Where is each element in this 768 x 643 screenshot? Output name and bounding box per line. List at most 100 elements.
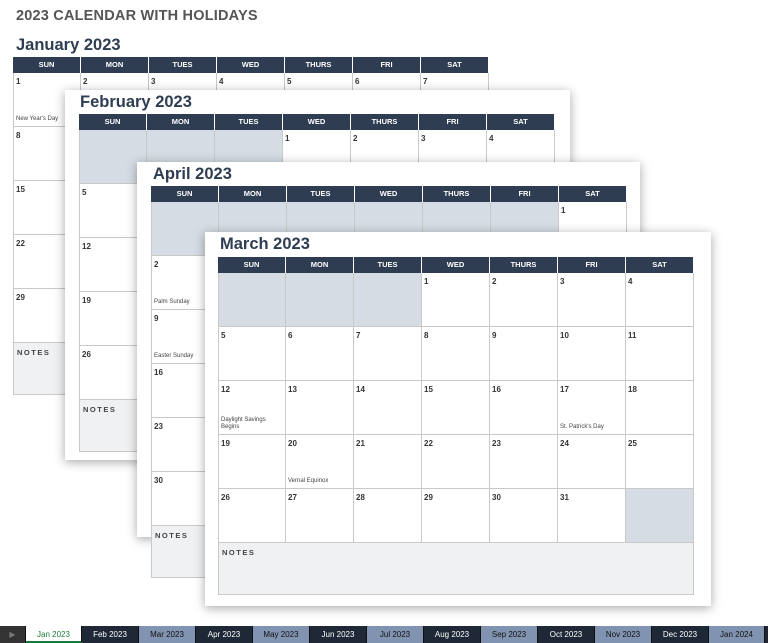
sheet-tab[interactable]: May 2023 (253, 626, 310, 643)
day-number: 15 (424, 385, 433, 394)
weekday-header: SUN (218, 257, 286, 273)
day-cell[interactable]: 1 (422, 273, 490, 327)
day-number: 11 (628, 331, 637, 340)
day-number: 17 (560, 385, 569, 394)
day-number: 4 (219, 77, 224, 86)
day-number: 1 (424, 277, 429, 286)
day-number: 2 (83, 77, 88, 86)
day-number: 29 (424, 493, 433, 502)
weekday-header: SUN (151, 186, 219, 202)
day-cell[interactable]: 18 (626, 381, 694, 435)
day-cell[interactable]: 8 (422, 327, 490, 381)
weekday-header: TUES (287, 186, 355, 202)
weekday-header: SAT (626, 257, 694, 273)
day-number: 31 (560, 493, 569, 502)
day-cell[interactable]: 30 (490, 489, 558, 543)
day-number: 20 (288, 439, 297, 448)
day-cell[interactable]: 6 (286, 327, 354, 381)
sheet-tab[interactable]: Jan 2023 (26, 626, 82, 643)
day-cell[interactable]: 19 (218, 435, 286, 489)
day-cell[interactable]: 16 (490, 381, 558, 435)
document-title: 2023 CALENDAR WITH HOLIDAYS (16, 8, 258, 24)
day-number: 27 (288, 493, 297, 502)
sheet-tab[interactable]: Mar 2023 (139, 626, 196, 643)
day-number: 5 (287, 77, 292, 86)
weekday-header: SUN (79, 114, 147, 130)
day-cell[interactable]: 3 (558, 273, 626, 327)
day-cell[interactable]: 31 (558, 489, 626, 543)
day-cell[interactable]: 25 (626, 435, 694, 489)
day-number: 4 (628, 277, 633, 286)
day-number: 22 (16, 239, 25, 248)
day-number: 19 (82, 296, 91, 305)
weekday-header: MON (219, 186, 287, 202)
day-cell[interactable]: 13 (286, 381, 354, 435)
sheet-tab[interactable]: Apr 2023 (196, 626, 253, 643)
day-cell[interactable]: 24 (558, 435, 626, 489)
day-number: 25 (628, 439, 637, 448)
week-row: 1 2 3 4 (218, 273, 694, 327)
sheet-tab[interactable]: Oct 2023 (538, 626, 595, 643)
weekday-header: THURS (285, 57, 353, 73)
week-row: 12 Daylight Savings Begins 13 14 15 16 17 St. P… (218, 381, 694, 435)
day-cell[interactable]: 7 (354, 327, 422, 381)
weekday-header: FRI (419, 114, 487, 130)
day-cell[interactable]: 22 (422, 435, 490, 489)
day-number: 5 (82, 188, 87, 197)
day-number: 13 (288, 385, 297, 394)
weekday-header: THURS (423, 186, 491, 202)
day-number: 1 (16, 77, 21, 86)
day-cell[interactable]: 14 (354, 381, 422, 435)
day-cell[interactable]: 21 (354, 435, 422, 489)
sheet-tab[interactable]: Jul 2023 (367, 626, 424, 643)
day-number: 1 (561, 206, 566, 215)
week-row: 19 20 Vernal Equinox 21 22 23 24 25 (218, 435, 694, 489)
holiday-label: New Year's Day (16, 116, 59, 122)
holiday-label: Palm Sunday (154, 299, 190, 305)
holiday-label: Daylight Savings Begins (221, 417, 266, 430)
day-cell[interactable]: 2 (490, 273, 558, 327)
day-cell[interactable]: 23 (490, 435, 558, 489)
weekday-header: FRI (353, 57, 421, 73)
day-cell[interactable]: 9 (490, 327, 558, 381)
day-cell[interactable]: 17 St. Patrick's Day (558, 381, 626, 435)
sheet-tab[interactable]: Jan 2024 (709, 626, 765, 643)
day-cell[interactable]: 12 Daylight Savings Begins (218, 381, 286, 435)
month-title: January 2023 (16, 36, 121, 54)
day-number: 8 (16, 131, 21, 140)
day-cell[interactable]: 27 (286, 489, 354, 543)
day-number: 24 (560, 439, 569, 448)
weekday-header: FRI (558, 257, 626, 273)
march-calendar: March 2023 SUN MON TUES WED THURS FRI SAT 1 2 3 4 5 6… (205, 232, 711, 606)
scroll-tabs-arrow-icon[interactable]: ▶ (0, 626, 26, 643)
notes-label: NOTES (222, 548, 256, 557)
day-cell[interactable]: 10 (558, 327, 626, 381)
day-cell[interactable]: 4 (626, 273, 694, 327)
sheet-tab[interactable]: Aug 2023 (424, 626, 481, 643)
day-cell[interactable]: 26 (218, 489, 286, 543)
day-number: 30 (492, 493, 501, 502)
notes-section[interactable]: NOTES (218, 543, 694, 595)
day-number: 6 (288, 331, 293, 340)
weekday-header-row: SUN MON TUES WED THURS FRI SAT (13, 57, 489, 73)
day-cell[interactable]: 11 (626, 327, 694, 381)
day-cell[interactable]: 29 (422, 489, 490, 543)
day-number: 19 (221, 439, 230, 448)
sheet-tab[interactable]: Feb 2023 (82, 626, 139, 643)
day-cell[interactable]: 20 Vernal Equinox (286, 435, 354, 489)
empty-day-cell (286, 273, 354, 327)
sheet-tab-bar: ▶ Jan 2023 Feb 2023 Mar 2023 Apr 2023 May 20… (0, 626, 768, 643)
sheet-tab[interactable]: Dec 2023 (652, 626, 709, 643)
month-title: April 2023 (153, 165, 232, 183)
day-cell[interactable]: 5 (218, 327, 286, 381)
day-number: 30 (154, 476, 163, 485)
day-number: 26 (221, 493, 230, 502)
day-number: 10 (560, 331, 569, 340)
day-cell[interactable]: 28 (354, 489, 422, 543)
sheet-tab[interactable]: Jun 2023 (310, 626, 367, 643)
weekday-header: WED (217, 57, 285, 73)
sheet-tab[interactable]: Nov 2023 (595, 626, 652, 643)
sheet-tab[interactable]: Sep 2023 (481, 626, 538, 643)
day-cell[interactable]: 15 (422, 381, 490, 435)
day-number: 3 (151, 77, 156, 86)
